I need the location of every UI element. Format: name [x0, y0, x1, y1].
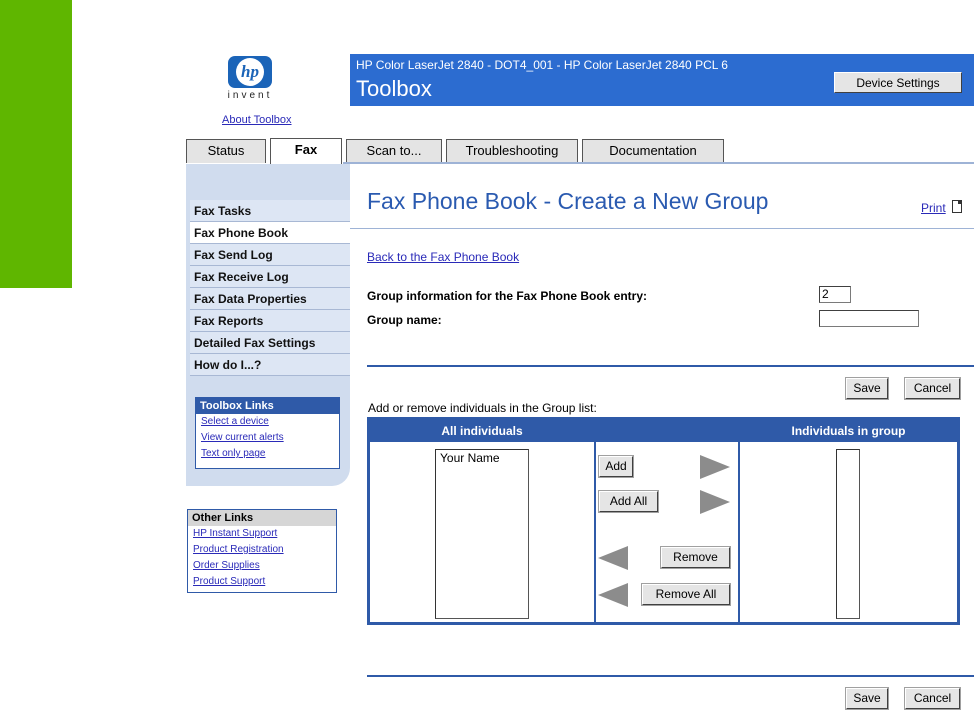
- group-info-label: Group information for the Fax Phone Book…: [367, 289, 648, 303]
- order-supplies-link[interactable]: Order Supplies: [188, 558, 336, 574]
- sidebar-item-fax-receive-log[interactable]: Fax Receive Log: [190, 266, 350, 288]
- select-device-link[interactable]: Select a device: [196, 414, 339, 430]
- hp-instant-support-link[interactable]: HP Instant Support: [188, 526, 336, 542]
- remove-all-button[interactable]: Remove All: [642, 584, 730, 605]
- individuals-in-group-list[interactable]: [836, 449, 860, 619]
- form-divider-top: [367, 365, 974, 367]
- green-side-bar: [0, 0, 72, 288]
- product-support-link[interactable]: Product Support: [188, 574, 336, 590]
- print-page-icon[interactable]: [952, 200, 962, 213]
- sidebar-item-fax-data-properties[interactable]: Fax Data Properties: [190, 288, 350, 310]
- device-subtitle: HP Color LaserJet 2840 - DOT4_001 - HP C…: [356, 58, 728, 72]
- other-links-box: Other Links HP Instant Support Product R…: [187, 509, 337, 593]
- toolbox-header: HP Color LaserJet 2840 - DOT4_001 - HP C…: [350, 54, 974, 106]
- group-list-instructions: Add or remove individuals in the Group l…: [368, 401, 597, 415]
- all-individuals-list[interactable]: Your Name: [435, 449, 529, 619]
- sidebar-menu: Fax Tasks Fax Phone Book Fax Send Log Fa…: [190, 200, 350, 376]
- cancel-button-bottom[interactable]: Cancel: [905, 688, 960, 709]
- list-item[interactable]: Your Name: [436, 450, 528, 466]
- back-to-phone-book-link[interactable]: Back to the Fax Phone Book: [367, 250, 519, 264]
- tab-scan-to[interactable]: Scan to...: [346, 139, 442, 163]
- text-only-page-link[interactable]: Text only page: [196, 446, 339, 462]
- remove-button[interactable]: Remove: [661, 547, 730, 568]
- sidebar-item-fax-tasks[interactable]: Fax Tasks: [190, 200, 350, 222]
- toolbox-links-box: Toolbox Links Select a device View curre…: [195, 397, 340, 469]
- group-members-table: All individuals Individuals in group You…: [367, 417, 960, 625]
- about-toolbox-link[interactable]: About Toolbox: [222, 114, 292, 126]
- group-info-field[interactable]: 2: [819, 286, 851, 303]
- save-button-bottom[interactable]: Save: [846, 688, 888, 709]
- sidebar-item-fax-reports[interactable]: Fax Reports: [190, 310, 350, 332]
- heading-divider: [350, 228, 974, 229]
- tab-status[interactable]: Status: [186, 139, 266, 163]
- add-all-button[interactable]: Add All: [599, 491, 658, 512]
- arrow-left-icon[interactable]: [598, 583, 628, 607]
- print-link[interactable]: Print: [921, 201, 946, 215]
- cancel-button-top[interactable]: Cancel: [905, 378, 960, 399]
- group-name-label: Group name:: [367, 313, 442, 327]
- hp-logo-icon: hp: [228, 56, 272, 88]
- sidebar-item-fax-phone-book[interactable]: Fax Phone Book: [190, 222, 350, 244]
- tab-underline: [343, 162, 974, 164]
- arrow-right-icon[interactable]: [700, 455, 730, 479]
- group-name-field[interactable]: [819, 310, 919, 327]
- sidebar-item-how-do-i[interactable]: How do I...?: [190, 354, 350, 376]
- hp-tagline: invent: [227, 90, 273, 101]
- sidebar-item-detailed-fax-settings[interactable]: Detailed Fax Settings: [190, 332, 350, 354]
- page-title: Fax Phone Book - Create a New Group: [367, 188, 769, 214]
- hp-logo-text: hp: [236, 58, 264, 86]
- actions-header: [596, 420, 738, 442]
- device-settings-button[interactable]: Device Settings: [834, 72, 962, 93]
- all-individuals-header: All individuals: [370, 420, 594, 442]
- product-registration-link[interactable]: Product Registration: [188, 542, 336, 558]
- header-title: Toolbox: [356, 76, 432, 101]
- view-alerts-link[interactable]: View current alerts: [196, 430, 339, 446]
- individuals-in-group-header: Individuals in group: [740, 420, 957, 442]
- add-button[interactable]: Add: [599, 456, 633, 477]
- arrow-left-icon[interactable]: [598, 546, 628, 570]
- form-divider-bottom: [367, 675, 974, 677]
- column-divider-1: [594, 420, 596, 622]
- other-links-heading: Other Links: [188, 510, 336, 526]
- arrow-right-icon[interactable]: [700, 490, 730, 514]
- column-divider-2: [738, 420, 740, 622]
- tab-troubleshooting[interactable]: Troubleshooting: [446, 139, 578, 163]
- tab-documentation[interactable]: Documentation: [582, 139, 724, 163]
- tab-fax[interactable]: Fax: [270, 138, 342, 164]
- sidebar-item-fax-send-log[interactable]: Fax Send Log: [190, 244, 350, 266]
- toolbox-links-heading: Toolbox Links: [196, 398, 339, 414]
- save-button-top[interactable]: Save: [846, 378, 888, 399]
- hp-logo: hp invent: [218, 56, 282, 101]
